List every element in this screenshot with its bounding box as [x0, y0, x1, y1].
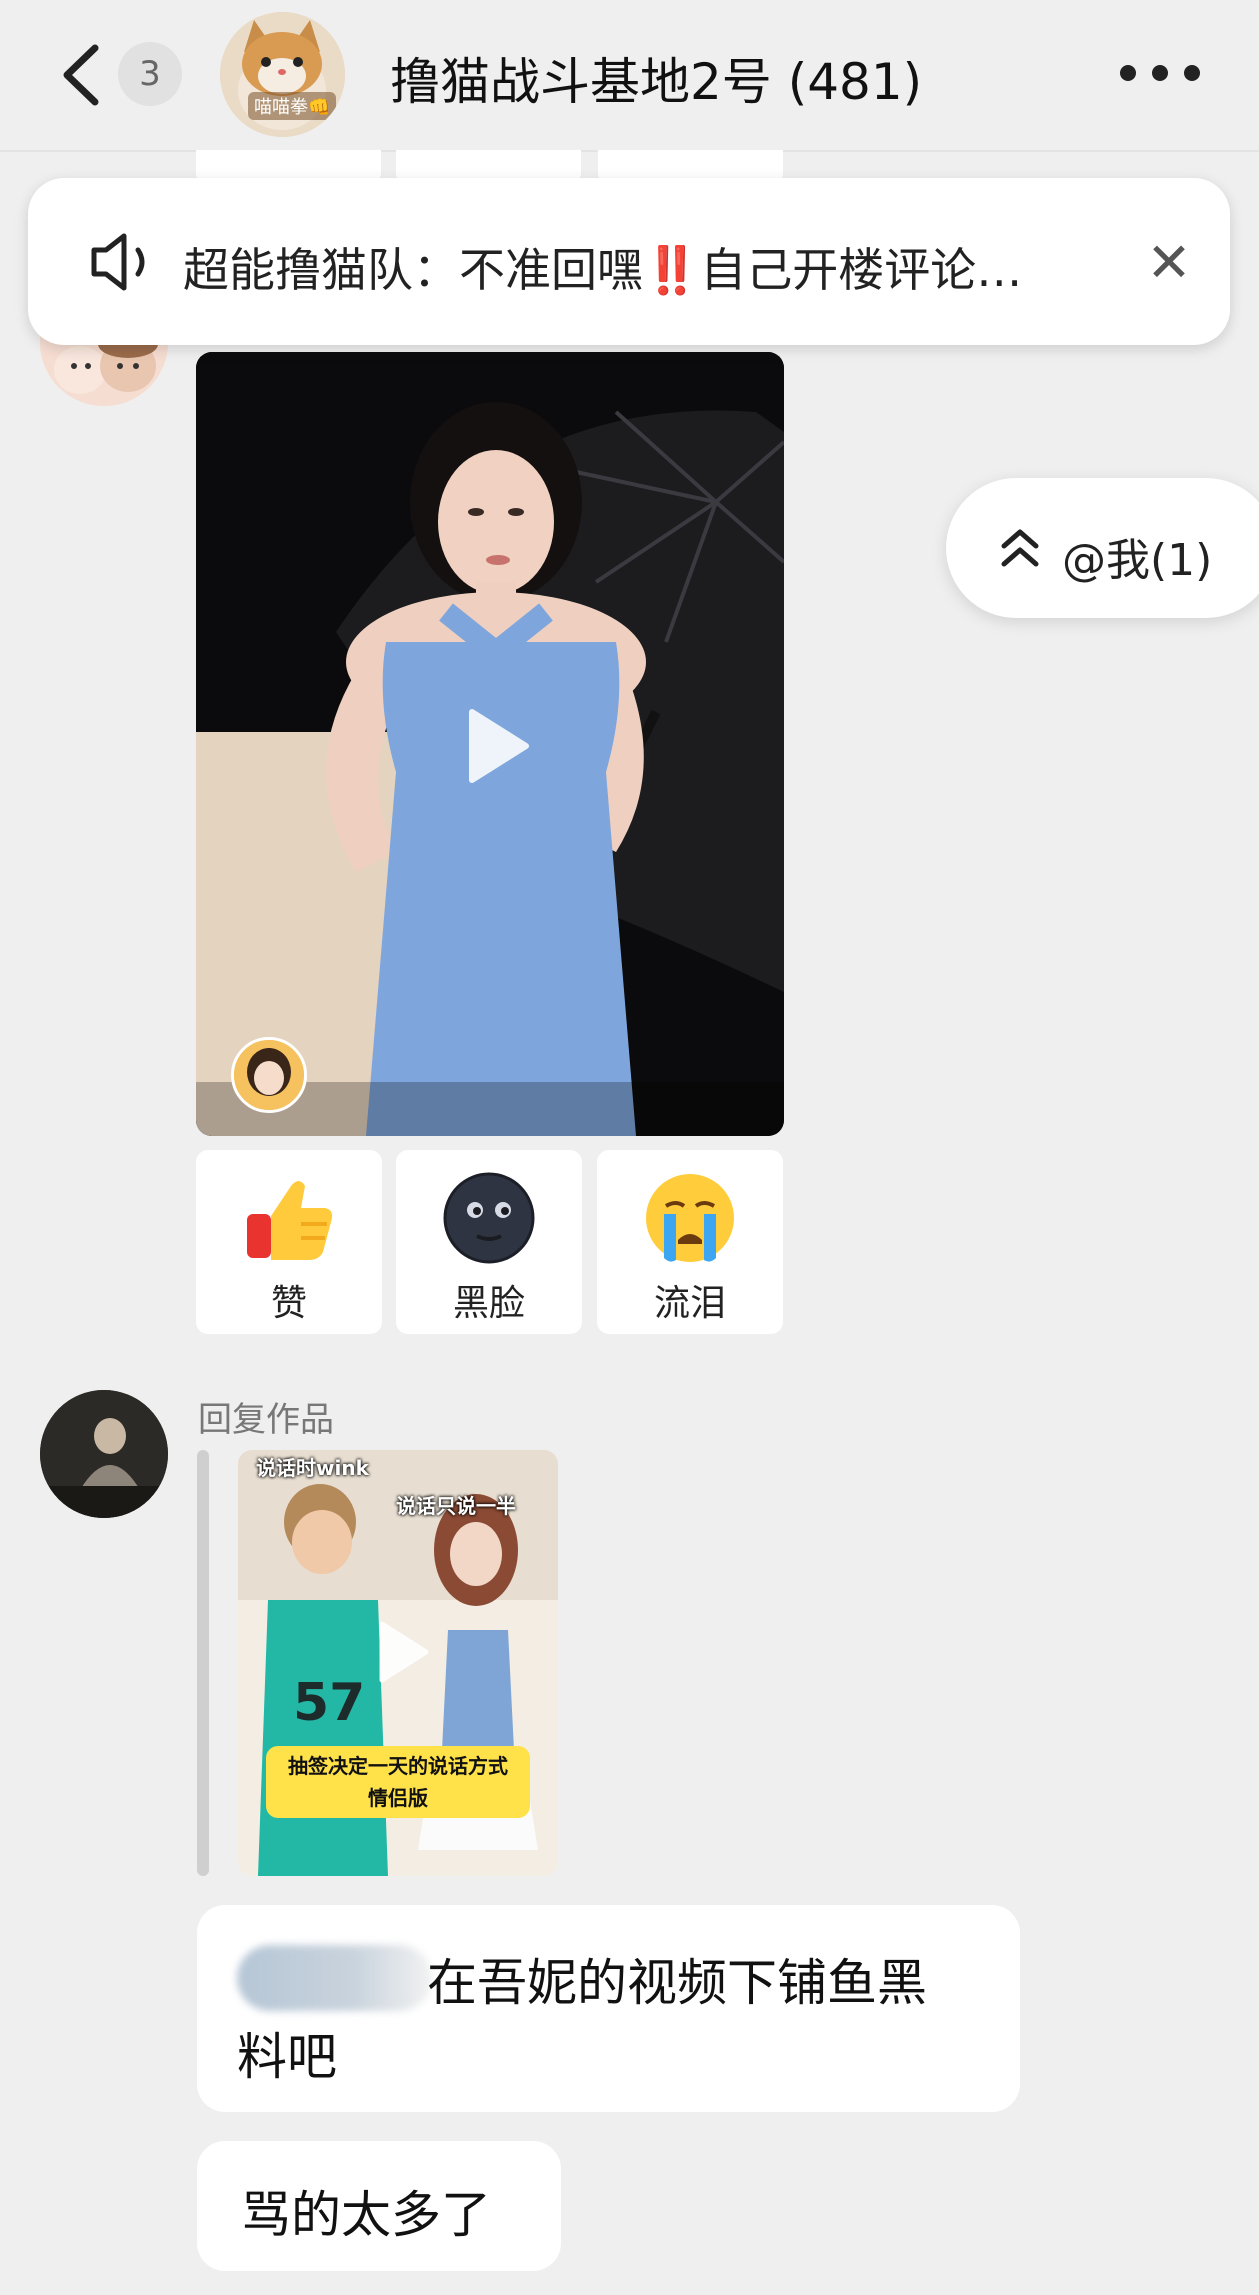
text-message-bubble[interactable]: 骂的太多了: [197, 2141, 561, 2271]
video-play-button[interactable]: [440, 694, 544, 798]
reaction-label: 流泪: [653, 1283, 726, 1324]
announcement-banner[interactable]: 超能撸猫队：不准回嘿‼️自己开楼评论… ✕: [28, 178, 1230, 345]
peek-reaction-chip: [396, 150, 581, 180]
thumb-caption-line2: 情侣版: [368, 1786, 428, 1810]
crying-face-icon: [597, 1170, 783, 1266]
thumb-tag-right: 说话只说一半: [396, 1494, 516, 1518]
close-icon[interactable]: ✕: [1133, 226, 1205, 298]
reaction-label: 赞: [270, 1283, 307, 1324]
user-avatar-image: [40, 1390, 168, 1518]
more-dot: [1184, 65, 1200, 81]
chat-header: 3 喵喵拳👊 撸猫战斗基地2号 (481): [0, 0, 1259, 152]
unread-count-badge[interactable]: 3: [118, 42, 182, 106]
reply-play-button[interactable]: [356, 1610, 440, 1694]
reaction-button-dark-face[interactable]: 黑脸: [396, 1150, 582, 1334]
svg-text:57: 57: [293, 1673, 365, 1733]
reaction-label: 黑脸: [452, 1283, 525, 1324]
sender-avatar[interactable]: [40, 1390, 168, 1518]
announcement-text: 超能撸猫队：不准回嘿‼️自己开楼评论…: [183, 243, 1023, 297]
peek-reaction-chip: [196, 150, 381, 180]
reaction-button-tears[interactable]: 流泪: [597, 1150, 783, 1334]
group-avatar[interactable]: 喵喵拳👊: [220, 12, 345, 137]
reply-work-label: 回复作品: [198, 1400, 334, 1440]
at-me-jump-button[interactable]: @我(1): [946, 478, 1259, 618]
group-avatar-label: 喵喵拳👊: [248, 92, 337, 120]
more-dot: [1152, 65, 1168, 81]
more-button[interactable]: [1120, 60, 1200, 86]
peek-reaction-chip: [598, 150, 783, 180]
message-text: 骂的太多了: [241, 2186, 491, 2244]
message-text-line: 料吧: [237, 2028, 337, 2086]
play-icon: [469, 709, 529, 783]
thumb-caption: 抽签决定一天的说话方式 情侣版: [266, 1746, 530, 1818]
video-author-avatar[interactable]: [231, 1037, 307, 1113]
reaction-button-like[interactable]: 赞: [196, 1150, 382, 1334]
quote-bar: [197, 1450, 209, 1876]
blurred-mention: [237, 1945, 432, 2011]
message-text-line: 在吾妮的视频下铺鱼黑: [427, 1954, 927, 2012]
video-message-card[interactable]: [196, 352, 784, 1136]
reply-work-thumbnail[interactable]: 57 说话时wink 说话只说一半 抽签决定一天的说话方式 情侣版: [238, 1450, 558, 1876]
text-message-bubble[interactable]: 在吾妮的视频下铺鱼黑 料吧: [197, 1905, 1020, 2112]
author-avatar-image: [234, 1040, 304, 1110]
thumb-caption-line1: 抽签决定一天的说话方式: [288, 1754, 508, 1778]
double-chevron-up-icon: [1001, 529, 1039, 567]
thumb-tag-left: 说话时wink: [256, 1456, 369, 1480]
group-title[interactable]: 撸猫战斗基地2号 (481): [390, 42, 922, 114]
at-me-label: @我(1): [1062, 535, 1213, 586]
thumbs-up-icon: [196, 1170, 382, 1266]
chevron-left-icon: [63, 44, 99, 106]
more-horizontal-icon: [1120, 65, 1136, 81]
dark-moon-face-icon: [396, 1170, 582, 1266]
play-icon: [379, 1621, 429, 1683]
back-button[interactable]: [55, 40, 111, 110]
speaker-icon: [91, 233, 145, 291]
